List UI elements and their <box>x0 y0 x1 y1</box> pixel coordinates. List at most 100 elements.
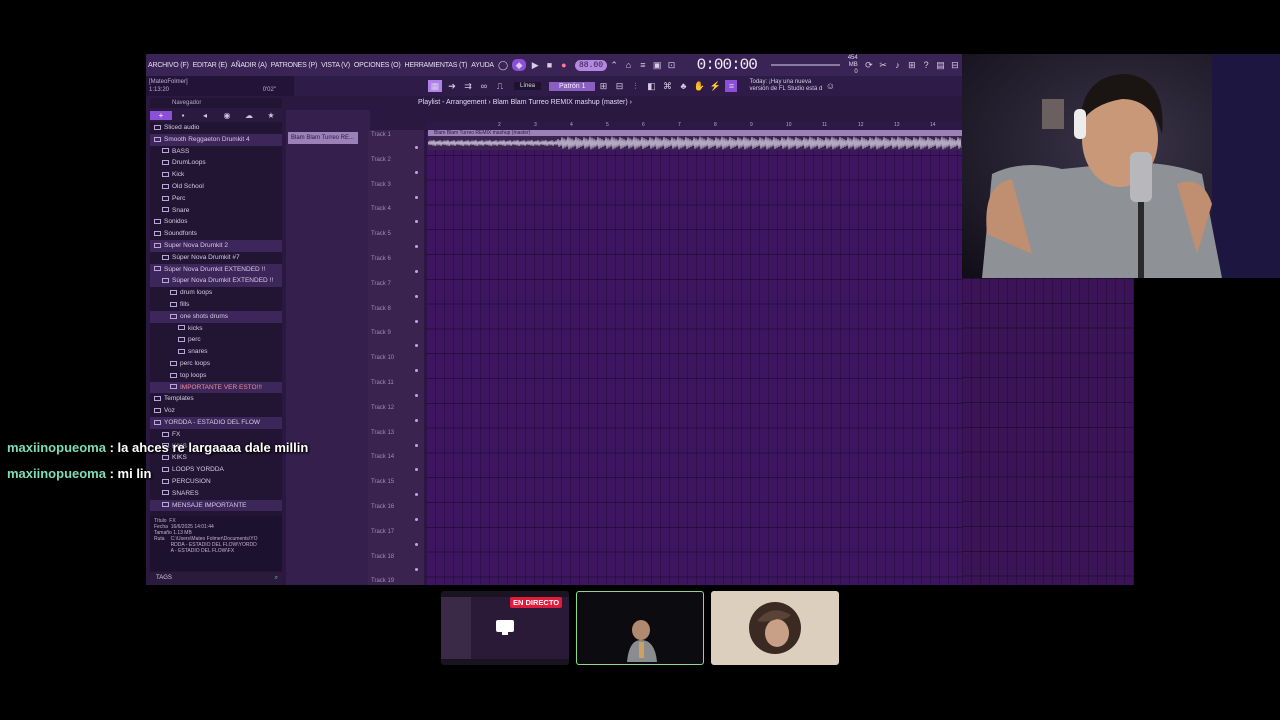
menu-patrones[interactable]: PATRONES (P) <box>269 62 319 69</box>
browser-item[interactable]: Smooth Reggaeton Drumkit 4 <box>150 133 282 146</box>
touch-icon[interactable]: ✋ <box>693 80 705 92</box>
browser-item[interactable]: DrumLoops <box>150 157 282 169</box>
timeline-ruler[interactable]: 23456789101112131415 <box>426 122 962 130</box>
browser-icon[interactable]: ◧ <box>645 80 657 92</box>
track-mute-dot[interactable] <box>415 567 418 571</box>
browser-item[interactable]: Sliced audio <box>150 122 282 134</box>
track-header[interactable]: Track 9 <box>368 330 424 348</box>
avatar-thumbnail[interactable] <box>711 591 839 665</box>
track-header[interactable]: Track 1 <box>368 132 424 149</box>
track-mute-dot[interactable] <box>415 468 418 472</box>
cpu-icon[interactable]: ⚡ <box>709 80 721 92</box>
browser-item[interactable]: fills <box>150 299 282 311</box>
playlist-icon[interactable]: ▦ <box>428 80 442 92</box>
record-mode-icon[interactable]: ◯ <box>498 59 508 71</box>
browser-item[interactable]: Snare <box>150 205 282 217</box>
track-header[interactable]: Track 5 <box>368 231 424 249</box>
browser-item[interactable]: SNARES <box>150 488 282 500</box>
track-header[interactable]: Track 17 <box>368 529 424 546</box>
track-header[interactable]: Track 6 <box>368 256 424 273</box>
track-mute-dot[interactable] <box>415 294 418 298</box>
play-icon[interactable]: ▶ <box>530 59 540 71</box>
mixer-icon[interactable]: ⊞ <box>907 59 917 71</box>
tempo-tap-icon[interactable]: ♣ <box>677 80 689 92</box>
browser-item[interactable]: drum loops <box>150 287 282 299</box>
countdown-icon[interactable]: ≡ <box>638 59 648 71</box>
browser-item[interactable]: Kick <box>150 169 282 181</box>
browser-item[interactable]: Súper Nova Drumkit EXTENDED !! <box>150 263 282 276</box>
track-mute-dot[interactable] <box>415 344 418 348</box>
browser-item[interactable]: Perc <box>150 193 282 205</box>
browser-tab-samples-icon[interactable]: ◉ <box>216 111 238 120</box>
piano-roll-icon[interactable]: ⊟ <box>613 80 625 92</box>
cut-icon[interactable]: ✂ <box>878 59 888 71</box>
stamp-icon[interactable]: ⎍ <box>494 80 506 92</box>
track-header[interactable]: Track 13 <box>368 430 424 447</box>
wait-icon[interactable]: ⌂ <box>623 59 633 71</box>
news-icon[interactable]: ≡ <box>725 80 738 92</box>
browser-item[interactable]: kicks <box>150 323 282 335</box>
tempo-display[interactable]: 88.00 <box>575 59 608 71</box>
track-mute-dot[interactable] <box>415 146 418 149</box>
link-icon[interactable]: ∞ <box>478 80 490 92</box>
browser-item[interactable]: Super Nova Drumkit 2 <box>150 239 282 252</box>
track-mute-dot[interactable] <box>415 418 418 422</box>
track-mute-dot[interactable] <box>415 443 418 447</box>
browser-tab-cloud-icon[interactable]: ☁ <box>238 111 260 120</box>
track-header[interactable]: Track 8 <box>368 306 424 323</box>
menu-editar[interactable]: EDITAR (E) <box>191 62 229 69</box>
metronome-icon[interactable]: ⌃ <box>609 59 619 71</box>
help-icon[interactable]: ? <box>921 59 931 71</box>
song-mode-toggle[interactable]: ◆ <box>512 59 527 71</box>
browser-item[interactable]: Súper Nova Drumkit #7 <box>150 252 282 264</box>
track-header[interactable]: Track 14 <box>368 454 424 472</box>
track-mute-dot[interactable] <box>415 195 418 199</box>
track-header[interactable]: Track 10 <box>368 355 424 373</box>
pattern-clip-source[interactable]: Blam Blam Turreo RE... <box>288 132 358 144</box>
menu-ayuda[interactable]: AYUDA <box>469 62 496 69</box>
browser-item[interactable]: FX <box>150 429 282 441</box>
track-header[interactable]: Track 4 <box>368 206 424 224</box>
menu-anadir[interactable]: AÑADIR (A) <box>229 62 269 69</box>
track-mute-dot[interactable] <box>415 394 418 397</box>
browser-item[interactable]: MENSAJE IMPORTANTE <box>150 499 282 512</box>
track-header[interactable]: Track 16 <box>368 504 424 521</box>
browser-item[interactable]: perc loops <box>150 358 282 370</box>
pattern-select[interactable]: Patrón 1 <box>549 81 596 91</box>
browser-item[interactable]: Soundfonts <box>150 228 282 240</box>
audio-clip[interactable]: Blam Blam Turreo REMIX mashup (master) <box>427 130 962 150</box>
menu-herramientas[interactable]: HERRAMIENTAS (T) <box>403 62 470 69</box>
browser-item[interactable]: perc <box>150 334 282 346</box>
refresh-icon[interactable]: ⟳ <box>864 59 874 71</box>
browser-item[interactable]: Old School <box>150 181 282 193</box>
tags-bar[interactable]: TAGS ⌕ <box>150 572 282 585</box>
menu-archivo[interactable]: ARCHIVO (F) <box>146 62 191 69</box>
browser-item[interactable]: BASS <box>150 146 282 158</box>
track-mute-dot[interactable] <box>415 170 418 174</box>
track-mute-dot[interactable] <box>415 542 418 546</box>
browser-tab-all-icon[interactable]: + <box>150 110 172 120</box>
browser-item[interactable]: YORDDA - ESTADIO DEL FLOW <box>150 416 282 429</box>
browser-item[interactable]: PERCUSION <box>150 476 282 488</box>
track-mute-dot[interactable] <box>415 270 418 273</box>
record-icon[interactable]: ● <box>559 59 569 71</box>
browser-item[interactable]: Sonidos <box>150 216 282 228</box>
track-header[interactable]: Track 2 <box>368 157 424 174</box>
browser-item[interactable]: LOOPS YORDDA <box>150 464 282 476</box>
loop-record-icon[interactable]: ▣ <box>652 59 662 71</box>
browser-tab-starred-icon[interactable]: ★ <box>260 111 282 120</box>
track-mute-dot[interactable] <box>415 245 418 249</box>
track-header[interactable]: Track 11 <box>368 380 424 397</box>
mixer-view-icon[interactable]: ⫶ <box>629 80 641 92</box>
track-header[interactable]: Track 18 <box>368 554 424 571</box>
slide-icon[interactable]: ⇉ <box>462 80 474 92</box>
track-mute-dot[interactable] <box>415 220 418 224</box>
browser-tab-plugins-icon[interactable]: ◂ <box>194 111 216 120</box>
track-header[interactable]: Track 19 <box>368 578 424 584</box>
save-icon[interactable]: ▤ <box>935 59 945 71</box>
playlist-grid-extension[interactable] <box>962 278 1134 585</box>
microphone-icon[interactable]: ♪ <box>892 59 902 71</box>
browser-item[interactable]: IMPORTANTE VER ESTO!!! <box>150 381 282 394</box>
track-mute-dot[interactable] <box>415 493 418 497</box>
channel-rack-icon[interactable]: ⊞ <box>597 80 609 92</box>
